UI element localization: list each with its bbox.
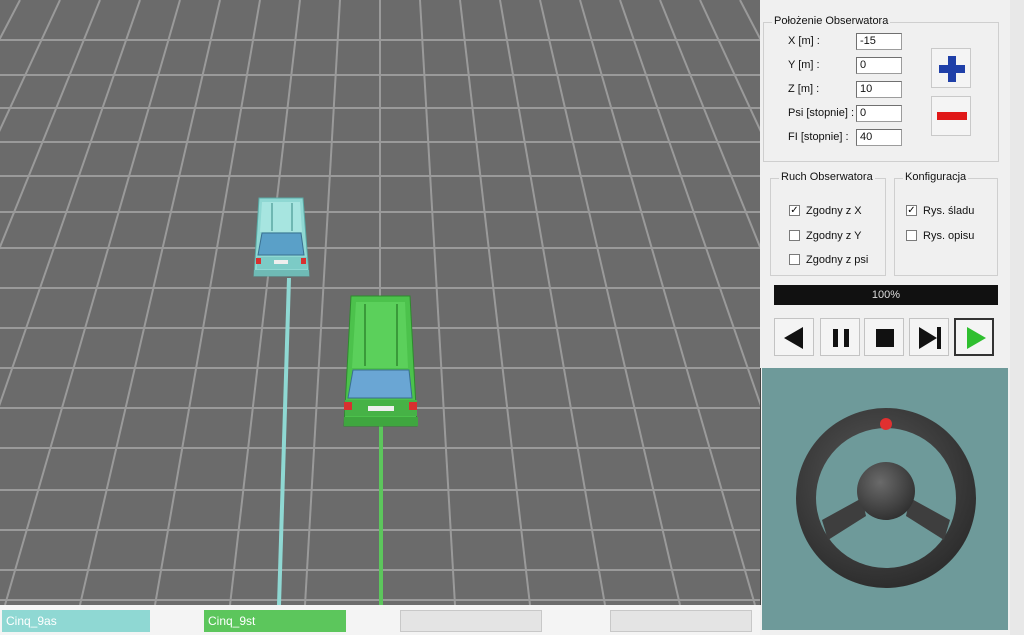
scene-viewport[interactable] xyxy=(0,0,761,605)
vehicle-cinq-9st xyxy=(343,295,418,427)
z-field[interactable]: 10 xyxy=(856,81,902,98)
draw-description-checkbox[interactable] xyxy=(906,230,917,241)
vehicle-legend-bar: Cinq_9as Cinq_9st xyxy=(0,605,760,635)
motion-x-checkbox[interactable]: ✓ xyxy=(789,205,800,216)
window-edge xyxy=(1010,0,1024,635)
steering-wheel-panel xyxy=(762,368,1008,630)
draw-trail-label: Rys. śladu xyxy=(923,205,975,217)
psi-field[interactable]: 0 xyxy=(856,105,902,122)
zoom-out-button[interactable] xyxy=(931,96,971,136)
play-button[interactable] xyxy=(954,318,994,356)
scene-canvas xyxy=(0,0,760,605)
vehicle-label-empty-2 xyxy=(610,610,752,632)
stop-icon xyxy=(876,329,894,347)
observer-position-title: Położenie Obserwatora xyxy=(772,15,891,27)
step-forward-button[interactable] xyxy=(909,318,949,356)
draw-trail-checkbox[interactable]: ✓ xyxy=(906,205,917,216)
motion-y-label: Zgodny z Y xyxy=(806,230,862,242)
y-label: Y [m] : xyxy=(788,59,820,71)
x-field[interactable]: -15 xyxy=(856,33,902,50)
z-label: Z [m] : xyxy=(788,83,820,95)
pause-icon xyxy=(833,329,849,347)
vehicle-label-cinq-9st[interactable]: Cinq_9st xyxy=(204,610,346,632)
vehicle-cinq-9as xyxy=(253,197,310,277)
stop-button[interactable] xyxy=(864,318,904,356)
wheel-marker xyxy=(880,418,892,430)
configuration-title: Konfiguracja xyxy=(903,171,969,183)
fi-field[interactable]: 40 xyxy=(856,129,902,146)
fi-label: FI [stopnie] : xyxy=(788,131,849,143)
minus-icon xyxy=(937,112,967,120)
motion-y-checkbox[interactable] xyxy=(789,230,800,241)
rewind-button[interactable] xyxy=(774,318,814,356)
plus-icon xyxy=(939,56,965,82)
vehicle-label-cinq-9as[interactable]: Cinq_9as xyxy=(2,610,150,632)
configuration-group: Konfiguracja xyxy=(894,171,998,276)
vehicle-label-empty-1 xyxy=(400,610,542,632)
observer-motion-title: Ruch Obserwatora xyxy=(779,171,875,183)
step-forward-icon xyxy=(919,327,941,349)
progress-bar: 100% xyxy=(774,285,998,305)
steering-wheel-icon xyxy=(796,408,976,588)
y-field[interactable]: 0 xyxy=(856,57,902,74)
motion-psi-checkbox[interactable] xyxy=(789,254,800,265)
zoom-in-button[interactable] xyxy=(931,48,971,88)
rewind-icon xyxy=(784,327,803,349)
motion-x-label: Zgodny z X xyxy=(806,205,862,217)
motion-psi-label: Zgodny z psi xyxy=(806,254,869,266)
x-label: X [m] : xyxy=(788,35,820,47)
play-icon xyxy=(967,327,986,349)
control-panel: Położenie Obserwatora X [m] : -15 Y [m] … xyxy=(760,0,1010,368)
psi-label: Psi [stopnie] : xyxy=(788,107,855,119)
draw-description-label: Rys. opisu xyxy=(923,230,975,242)
pause-button[interactable] xyxy=(820,318,860,356)
